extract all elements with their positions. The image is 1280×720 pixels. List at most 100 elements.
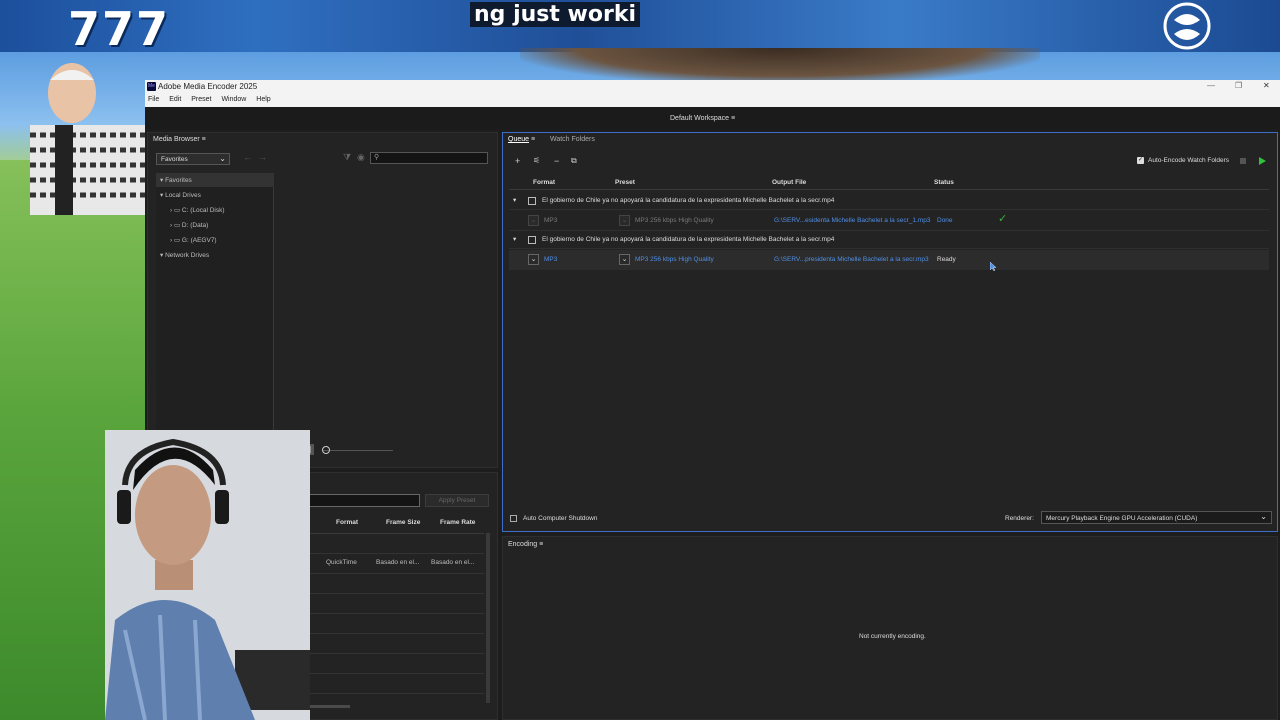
- location-select[interactable]: Favorites ⌄: [156, 153, 230, 165]
- renderer-select[interactable]: Mercury Playback Engine GPU Acceleration…: [1041, 511, 1272, 524]
- column-header-frame-rate[interactable]: Frame Rate: [440, 519, 475, 526]
- format-value[interactable]: MP3: [544, 256, 557, 263]
- background-dog: [520, 48, 1040, 84]
- tab-encoding[interactable]: Encoding ≡: [508, 541, 543, 548]
- preset-value[interactable]: MP3 256 kbps High Quality: [635, 256, 714, 263]
- panel-menu-icon[interactable]: ≡: [539, 541, 543, 548]
- tree-item-c-drive[interactable]: › ▭ C: (Local Disk): [170, 206, 225, 214]
- column-header-format[interactable]: Format: [336, 519, 358, 526]
- column-header-frame-size[interactable]: Frame Size: [386, 519, 420, 526]
- media-browser-title: Media Browser: [153, 136, 200, 143]
- menu-preset[interactable]: Preset: [191, 96, 211, 103]
- view-icon[interactable]: ◉: [357, 152, 365, 163]
- media-browser-tab[interactable]: Media Browser ≡: [153, 136, 206, 143]
- auto-encode-label: Auto-Encode Watch Folders: [1148, 157, 1230, 164]
- mouse-cursor-icon: [990, 262, 997, 272]
- preset-row-format: QuickTime: [326, 559, 357, 566]
- column-header-output-file[interactable]: Output File: [772, 179, 806, 186]
- divider: [509, 189, 1269, 190]
- preset-scrollbar[interactable]: [486, 533, 490, 703]
- media-search-input[interactable]: ⚲: [370, 152, 488, 164]
- media-browser-panel: Media Browser ≡ Favorites ⌄ ← → ⧩ ◉ ⚲ ▾ …: [147, 132, 498, 468]
- chevron-down-icon: ⌄: [219, 154, 226, 163]
- workspace-menu-icon: ≡: [730, 115, 736, 122]
- collapse-chevron-icon[interactable]: ▾: [513, 196, 516, 204]
- tab-queue[interactable]: Queue ≡: [508, 136, 535, 143]
- auto-encode-checkbox[interactable]: ✓: [1137, 157, 1144, 164]
- app-logo-icon: Me: [147, 82, 156, 91]
- tree-item-network-drives[interactable]: ▾ Network Drives: [160, 251, 209, 259]
- column-header-preset[interactable]: Preset: [615, 179, 635, 186]
- column-header-format[interactable]: Format: [533, 179, 555, 186]
- chevron-down-icon: ⌄: [1260, 512, 1267, 521]
- workspace-bar: Default Workspace ≡: [145, 107, 1280, 129]
- tree-item-favorites[interactable]: ▾ Favorites: [156, 173, 274, 187]
- status-text: Done: [937, 217, 953, 224]
- format-value: MP3: [544, 217, 558, 224]
- stop-queue-icon[interactable]: [1240, 158, 1246, 164]
- renderer-label: Renderer:: [1005, 515, 1034, 522]
- queue-panel: Queue ≡ Watch Folders + ⚟ − ⧉ ✓ Auto-Enc…: [502, 132, 1278, 532]
- source-filename: El gobierno de Chile ya no apoyará la ca…: [542, 197, 835, 204]
- tree-label: G: (AEGV7): [181, 237, 217, 244]
- tab-watch-folders[interactable]: Watch Folders: [550, 136, 595, 143]
- preset-row-frame-rate: Basado en el...: [431, 559, 475, 566]
- preset-dropdown[interactable]: ⌄: [619, 254, 630, 265]
- preset-dropdown[interactable]: ⌄: [619, 215, 630, 226]
- meme-person-image: [30, 63, 145, 215]
- menu-bar: File Edit Preset Window Help: [145, 94, 1280, 107]
- collapse-chevron-icon[interactable]: ▾: [513, 235, 516, 243]
- close-button[interactable]: ✕: [1263, 81, 1270, 90]
- menu-edit[interactable]: Edit: [169, 96, 181, 103]
- zoom-slider[interactable]: [323, 450, 393, 451]
- add-output-icon[interactable]: ⚟: [533, 156, 540, 165]
- menu-help[interactable]: Help: [256, 96, 270, 103]
- format-dropdown[interactable]: ⌄: [528, 254, 539, 265]
- start-queue-icon[interactable]: [1259, 157, 1266, 165]
- column-header-status[interactable]: Status: [934, 179, 954, 186]
- webcam-overlay: [105, 430, 310, 720]
- auto-shutdown-checkbox[interactable]: [510, 515, 517, 522]
- apply-preset-button[interactable]: Apply Preset: [425, 494, 489, 507]
- remove-icon[interactable]: −: [554, 156, 559, 166]
- panel-menu-icon[interactable]: ≡: [202, 136, 206, 143]
- queue-output-row[interactable]: ⌄ MP3 ⌄ MP3 256 kbps High Quality G:\SER…: [509, 250, 1269, 270]
- window-title: Adobe Media Encoder 2025: [158, 82, 258, 91]
- workspace-switcher[interactable]: Default Workspace ≡: [670, 115, 735, 122]
- queue-source-row[interactable]: ▾ El gobierno de Chile ya no apoyará la …: [509, 232, 1269, 249]
- tree-label: Network Drives: [165, 252, 210, 259]
- output-file-link[interactable]: G:\SERV...esidenta Michelle Bachelet a l…: [774, 217, 930, 224]
- zoom-slider-handle[interactable]: [322, 446, 330, 454]
- minimize-button[interactable]: —: [1207, 81, 1215, 90]
- encoding-title: Encoding: [508, 541, 538, 548]
- output-file-link[interactable]: G:\SERV...presidenta Michelle Bachelet a…: [774, 256, 929, 263]
- menu-window[interactable]: Window: [221, 96, 246, 103]
- tree-item-g-drive[interactable]: › ▭ G: (AEGV7): [170, 236, 217, 244]
- auto-shutdown-label: Auto Computer Shutdown: [523, 515, 598, 522]
- filter-icon[interactable]: ⧩: [343, 152, 351, 163]
- forward-arrow-icon[interactable]: →: [258, 152, 267, 162]
- preset-row-frame-size: Basado en el...: [376, 559, 420, 566]
- add-source-icon[interactable]: +: [515, 156, 520, 166]
- banner-number: 777: [68, 2, 171, 56]
- menu-file[interactable]: File: [148, 96, 159, 103]
- location-select-value: Favorites: [161, 156, 188, 163]
- panel-menu-icon[interactable]: ≡: [531, 136, 535, 143]
- queue-output-row[interactable]: ⌄ MP3 ⌄ MP3 256 kbps High Quality G:\SER…: [509, 211, 1269, 231]
- fish-logo-icon: [1163, 2, 1211, 50]
- preset-value: MP3 256 kbps High Quality: [635, 217, 714, 224]
- done-check-icon: ✓: [998, 213, 1008, 225]
- tree-item-d-drive[interactable]: › ▭ D: (Data): [170, 221, 208, 229]
- tree-label: Local Drives: [165, 192, 201, 199]
- video-file-icon: [528, 236, 536, 244]
- queue-source-row[interactable]: ▾ El gobierno de Chile ya no apoyará la …: [509, 193, 1269, 210]
- duplicate-icon[interactable]: ⧉: [571, 156, 577, 166]
- tree-label: D: (Data): [181, 222, 209, 229]
- source-filename: El gobierno de Chile ya no apoyará la ca…: [542, 236, 835, 243]
- media-encoder-window: Me Adobe Media Encoder 2025 — ❐ ✕ File E…: [145, 80, 1280, 720]
- back-arrow-icon[interactable]: ←: [243, 152, 252, 162]
- tree-item-local-drives[interactable]: ▾ Local Drives: [160, 191, 201, 199]
- media-tree: ▾ Favorites ▾ Local Drives › ▭ C: (Local…: [156, 173, 274, 463]
- format-dropdown[interactable]: ⌄: [528, 215, 539, 226]
- maximize-button[interactable]: ❐: [1235, 81, 1242, 90]
